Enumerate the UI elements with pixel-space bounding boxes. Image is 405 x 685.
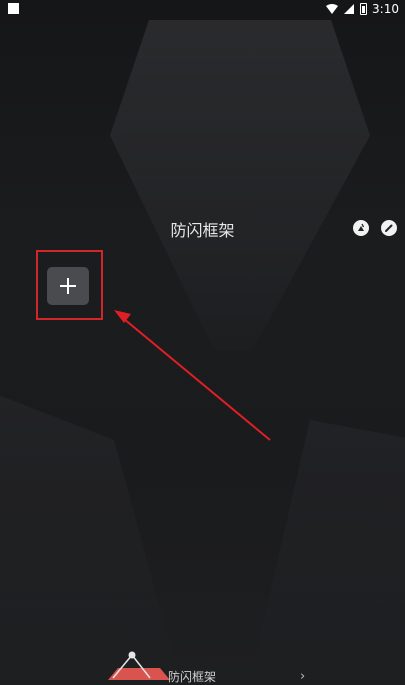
chevron-right-icon[interactable]: › bbox=[300, 669, 305, 684]
bottom-bar: 防闪框架 › bbox=[0, 650, 405, 684]
bottom-label[interactable]: 防闪框架 bbox=[168, 668, 216, 685]
pointer-arrow bbox=[114, 310, 271, 441]
